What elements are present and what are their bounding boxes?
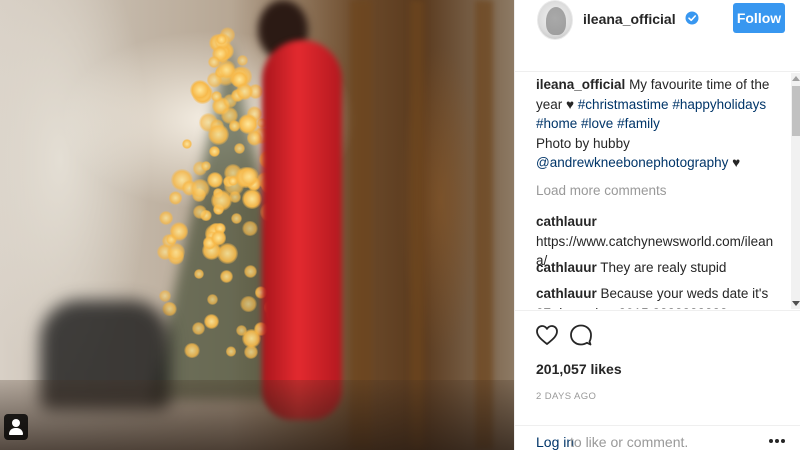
comment-username[interactable]: cathlauur: [536, 260, 597, 275]
post-timestamp[interactable]: 2 DAYS AGO: [536, 391, 596, 402]
login-link[interactable]: Log in: [536, 434, 574, 450]
login-prompt-text: to like or comment.: [570, 434, 689, 450]
bokeh-light: [158, 289, 171, 302]
bokeh-light: [168, 191, 182, 205]
bokeh-light: [243, 345, 258, 360]
bokeh-light: [241, 220, 258, 237]
bokeh-light: [225, 346, 237, 357]
hashtag-link[interactable]: #happyholidays: [672, 97, 766, 112]
floor: [0, 380, 514, 450]
comments-list[interactable]: ileana_official My favourite time of the…: [515, 73, 800, 309]
likes-count[interactable]: 201,057 likes: [536, 361, 622, 377]
bokeh-light: [243, 264, 257, 279]
hashtag-link[interactable]: #family: [617, 116, 660, 131]
scroll-down-arrow-icon[interactable]: [792, 301, 800, 306]
bokeh-light: [240, 295, 257, 312]
load-more-comments[interactable]: Load more comments: [536, 183, 667, 198]
bokeh-light: [221, 106, 238, 124]
caption-username[interactable]: ileana_official: [536, 77, 625, 92]
mention-link[interactable]: @andrewkneebonephotography: [536, 155, 728, 170]
hashtag-link[interactable]: #christmastime: [578, 97, 669, 112]
comment-text: They are realy stupid: [600, 260, 727, 275]
comment-item: cathlauur Because your weds date it's 27…: [536, 284, 776, 309]
follow-button[interactable]: Follow: [733, 3, 785, 33]
red-dress: [262, 40, 342, 420]
bokeh-light: [242, 189, 262, 209]
bokeh-light: [246, 130, 263, 146]
bokeh-light: [191, 321, 205, 335]
heart-icon[interactable]: [535, 323, 559, 347]
bokeh-light: [239, 166, 259, 187]
bokeh-light: [169, 222, 189, 241]
bokeh-light: [216, 59, 236, 79]
user-tag-icon[interactable]: [4, 414, 28, 440]
bokeh-light: [190, 178, 210, 199]
comment-bubble-icon[interactable]: [569, 323, 593, 347]
comment-username[interactable]: cathlauur: [536, 286, 597, 301]
bokeh-light: [211, 91, 222, 102]
post-sidebar: ileana_official Follow ileana_official M…: [514, 0, 800, 450]
scroll-up-arrow-icon[interactable]: [792, 76, 800, 81]
bokeh-light: [204, 313, 220, 329]
post-actions: 201,057 likes 2 DAYS AGO Log in to like …: [515, 310, 800, 450]
post-photo[interactable]: [0, 0, 514, 450]
bokeh-light: [208, 145, 220, 157]
post-username[interactable]: ileana_official: [583, 11, 676, 27]
avatar[interactable]: [537, 0, 573, 40]
post-header: ileana_official Follow: [515, 0, 800, 72]
login-prompt: Log in to like or comment.: [515, 425, 800, 450]
verified-badge-icon: [685, 11, 699, 25]
comment-item: cathlauur They are realy stupid: [536, 258, 776, 278]
hashtag-link[interactable]: #home: [536, 116, 577, 131]
hashtag-link[interactable]: #love: [581, 116, 613, 131]
bokeh-light: [215, 33, 227, 46]
bokeh-light: [184, 342, 200, 358]
more-options-icon[interactable]: [769, 439, 785, 445]
caption-credit: Photo by hubby: [536, 135, 630, 151]
post-caption: ileana_official My favourite time of the…: [536, 75, 776, 173]
bokeh-light: [208, 124, 230, 145]
comment-username[interactable]: cathlauur: [536, 214, 597, 229]
comments-scrollbar[interactable]: [791, 73, 800, 309]
bokeh-light: [236, 82, 254, 100]
scrollbar-thumb[interactable]: [792, 86, 800, 136]
bokeh-light: [210, 230, 227, 246]
bokeh-light: [162, 301, 177, 317]
caption-heart: ♥: [732, 155, 741, 170]
